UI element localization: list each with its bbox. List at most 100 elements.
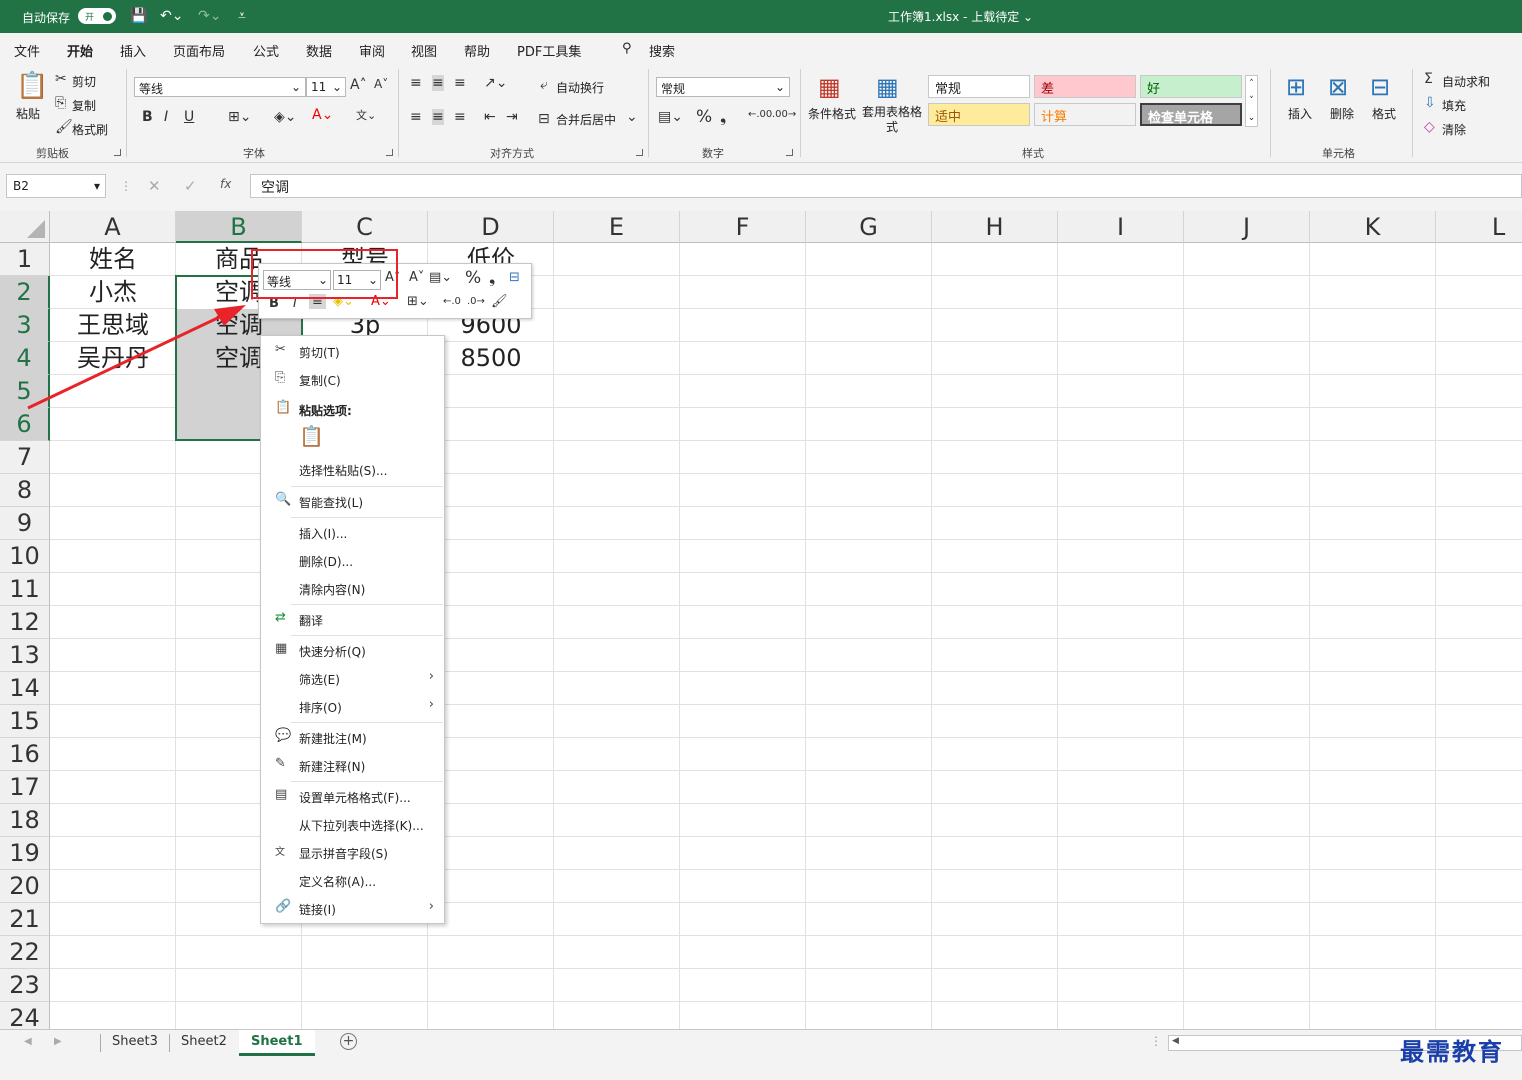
scroll-left-icon[interactable]: ◀ (24, 1036, 32, 1047)
merge-center-button[interactable]: 合并后居中 (556, 111, 616, 128)
tab-page-layout[interactable]: 页面布局 (173, 41, 225, 60)
style-bad[interactable]: 差 (1034, 75, 1136, 98)
menu-item-link[interactable]: 🔗 链接(I) › (261, 895, 444, 921)
underline-button[interactable]: U (184, 109, 194, 125)
font-color-icon[interactable]: A⌄ (312, 107, 333, 123)
tab-help[interactable]: 帮助 (464, 41, 490, 60)
format-painter-button[interactable]: 格式刷 (72, 121, 108, 138)
fill-button[interactable]: 填充 (1442, 97, 1466, 114)
conditional-format-icon[interactable]: ▦ (818, 73, 841, 101)
bold-button[interactable]: B (142, 109, 153, 125)
decrease-decimal-icon[interactable]: .00→ (772, 109, 796, 120)
format-cells-button[interactable]: 格式 (1372, 105, 1396, 122)
search-icon[interactable]: ⚲ (622, 41, 632, 56)
wrap-text-button[interactable]: 自动换行 (556, 79, 604, 96)
wrap-text-icon[interactable]: ⤶ (540, 77, 548, 93)
column-header-l[interactable]: L (1436, 211, 1522, 243)
row-header-12[interactable]: 12 (0, 606, 50, 639)
accounting-icon[interactable]: ▤⌄ (658, 109, 683, 125)
menu-item-show-phonetic[interactable]: 文显示拼音字段(S) (261, 839, 444, 865)
menu-item-copy[interactable]: ⎘ 复制(C) (261, 366, 444, 392)
clear-button[interactable]: 清除 (1442, 121, 1466, 138)
menu-item-quick-analysis[interactable]: ▦ 快速分析(Q) (261, 637, 444, 663)
column-header-b[interactable]: B (176, 211, 302, 243)
mini-shrink-font-icon[interactable]: A˅ (409, 270, 424, 285)
tab-insert[interactable]: 插入 (120, 41, 146, 60)
column-header-j[interactable]: J (1184, 211, 1310, 243)
column-header-a[interactable]: A (50, 211, 176, 243)
row-header-14[interactable]: 14 (0, 672, 50, 705)
fill-color-icon[interactable]: ◈⌄ (274, 109, 297, 125)
clear-icon[interactable]: ◇ (1424, 119, 1435, 135)
menu-item-smart-lookup[interactable]: 🔍 智能查找(L) (261, 488, 444, 514)
worksheet-grid[interactable]: A B C D E F G H I J K L 1 2 3 4 5 6 7 8 9 10 11 12 1… (0, 211, 1522, 1029)
font-name-select[interactable]: 等线 ⌄ (134, 77, 306, 97)
style-neutral[interactable]: 适中 (928, 103, 1030, 126)
mini-merge-icon[interactable]: ⊟ (509, 270, 520, 285)
borders-icon[interactable]: ⊞⌄ (228, 109, 251, 125)
row-header-3[interactable]: 3 (0, 309, 50, 342)
mini-accounting-icon[interactable]: ▤⌄ (429, 270, 452, 285)
italic-button[interactable]: I (164, 109, 168, 125)
delete-cells-icon[interactable]: ⊠ (1328, 73, 1348, 101)
comma-icon[interactable]: ❟ (720, 107, 726, 127)
align-bottom-icon[interactable]: ≡ (454, 75, 466, 91)
column-header-f[interactable]: F (680, 211, 806, 243)
redo-icon[interactable]: ↷⌄ (198, 8, 221, 24)
tab-search[interactable]: 搜索 (649, 41, 675, 60)
menu-item-filter[interactable]: 筛选(E) › (261, 665, 444, 691)
decrease-indent-icon[interactable]: ⇤ (484, 109, 496, 125)
clipboard-launcher[interactable] (114, 149, 121, 156)
align-right-icon[interactable]: ≡ (454, 109, 466, 125)
copy-icon[interactable]: ⎘ (55, 95, 66, 111)
mini-decrease-decimal-icon[interactable]: .0→ (467, 296, 485, 307)
row-header-4[interactable]: 4 (0, 342, 50, 375)
autosave-toggle[interactable]: 开 (78, 8, 116, 24)
menu-item-translate[interactable]: ⇄ 翻译 (261, 606, 444, 632)
column-header-g[interactable]: G (806, 211, 932, 243)
row-header-15[interactable]: 15 (0, 705, 50, 738)
menu-item-pick-from-list[interactable]: 从下拉列表中选择(K)... (261, 811, 444, 837)
row-header-18[interactable]: 18 (0, 804, 50, 837)
font-launcher[interactable] (386, 149, 393, 156)
customize-qa-icon[interactable]: ⩡ (238, 8, 246, 24)
row-header-9[interactable]: 9 (0, 507, 50, 540)
mini-increase-decimal-icon[interactable]: ←.0 (443, 296, 461, 307)
column-header-e[interactable]: E (554, 211, 680, 243)
menu-item-paste-special[interactable]: 选择性粘贴(S)... (261, 456, 444, 482)
percent-button[interactable]: % (696, 107, 712, 127)
tab-pdf-tools[interactable]: PDF工具集 (517, 41, 581, 60)
cancel-icon[interactable]: ✕ (148, 177, 161, 195)
row-header-2[interactable]: 2 (0, 276, 50, 309)
tab-review[interactable]: 审阅 (359, 41, 385, 60)
name-box[interactable]: B2 ▾ (6, 174, 106, 198)
orientation-icon[interactable]: ↗⌄ (484, 75, 507, 91)
menu-item-clear-contents[interactable]: 清除内容(N) (261, 575, 444, 601)
insert-cells-icon[interactable]: ⊞ (1286, 73, 1306, 101)
row-header-24[interactable]: 24 (0, 1002, 50, 1029)
row-header-20[interactable]: 20 (0, 870, 50, 903)
menu-item-insert[interactable]: 插入(I)... (261, 519, 444, 545)
select-all-button[interactable] (0, 211, 50, 243)
delete-cells-button[interactable]: 删除 (1330, 105, 1354, 122)
paste-icon[interactable]: 📋 (16, 71, 48, 101)
increase-decimal-icon[interactable]: ←.00 (748, 109, 772, 120)
format-painter-icon[interactable]: 🖌 (55, 119, 73, 135)
phonetic-icon[interactable]: 文⌄ (356, 107, 376, 123)
align-left-icon[interactable]: ≡ (410, 109, 422, 125)
table-format-button[interactable]: 套用表格格式 (860, 105, 924, 135)
column-header-d[interactable]: D (428, 211, 554, 243)
row-header-22[interactable]: 22 (0, 936, 50, 969)
style-normal[interactable]: 常规 (928, 75, 1030, 98)
conditional-format-button[interactable]: 条件格式 (808, 105, 856, 122)
menu-item-format-cells[interactable]: ▤ 设置单元格格式(F)... (261, 783, 444, 809)
menu-item-new-comment[interactable]: 💬 新建批注(M) (261, 724, 444, 750)
row-header-21[interactable]: 21 (0, 903, 50, 936)
paste-keep-text-icon[interactable]: 📋 (299, 424, 324, 448)
row-header-16[interactable]: 16 (0, 738, 50, 771)
row-header-5[interactable]: 5 (0, 375, 50, 408)
menu-item-new-note[interactable]: ✎ 新建注释(N) (261, 752, 444, 778)
row-header-13[interactable]: 13 (0, 639, 50, 672)
column-header-k[interactable]: K (1310, 211, 1436, 243)
mini-format-painter-icon[interactable]: 🖌 (491, 294, 508, 309)
